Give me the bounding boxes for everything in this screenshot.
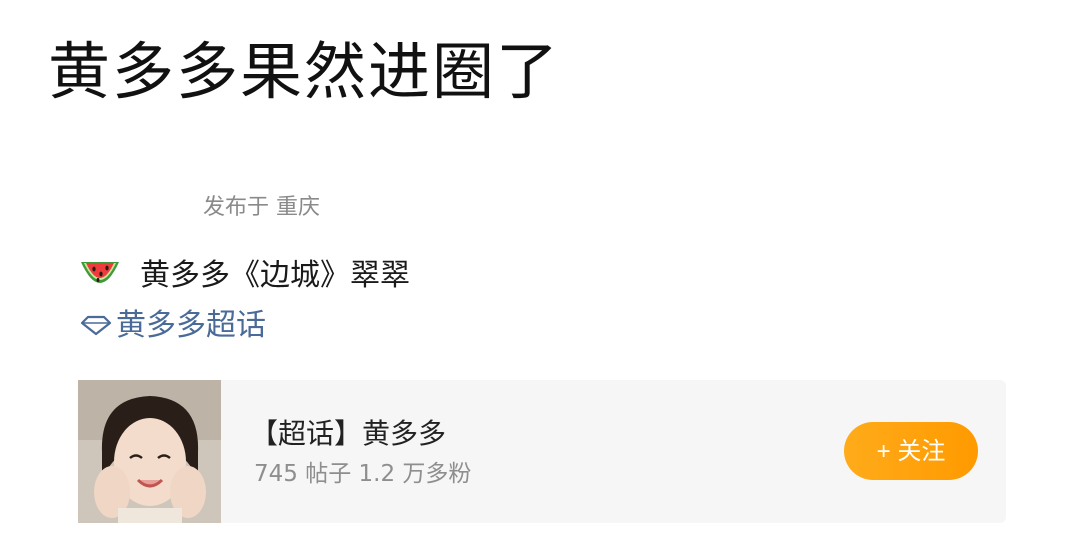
post-location-meta: 发布于 重庆 — [203, 195, 320, 220]
post-body-line: 黄多多《边城》翠翠 — [78, 252, 410, 293]
super-topic-card[interactable]: 【超话】黄多多 745 帖子 1.2 万多粉 + 关注 — [78, 380, 1006, 523]
topic-card-stats: 745 帖子 1.2 万多粉 — [254, 461, 472, 487]
super-topic-link[interactable]: 黄多多超话 — [80, 300, 266, 344]
post-title: 黄多多果然进圈了 — [48, 35, 561, 108]
super-topic-label[interactable]: 黄多多超话 — [116, 300, 266, 344]
avatar[interactable] — [78, 380, 221, 523]
diamond-icon — [80, 310, 112, 336]
post-body-text: 黄多多《边城》翠翠 — [140, 258, 410, 293]
follow-button[interactable]: + 关注 — [844, 422, 978, 480]
watermelon-icon — [78, 252, 122, 292]
topic-card-title[interactable]: 【超话】黄多多 — [250, 416, 446, 452]
